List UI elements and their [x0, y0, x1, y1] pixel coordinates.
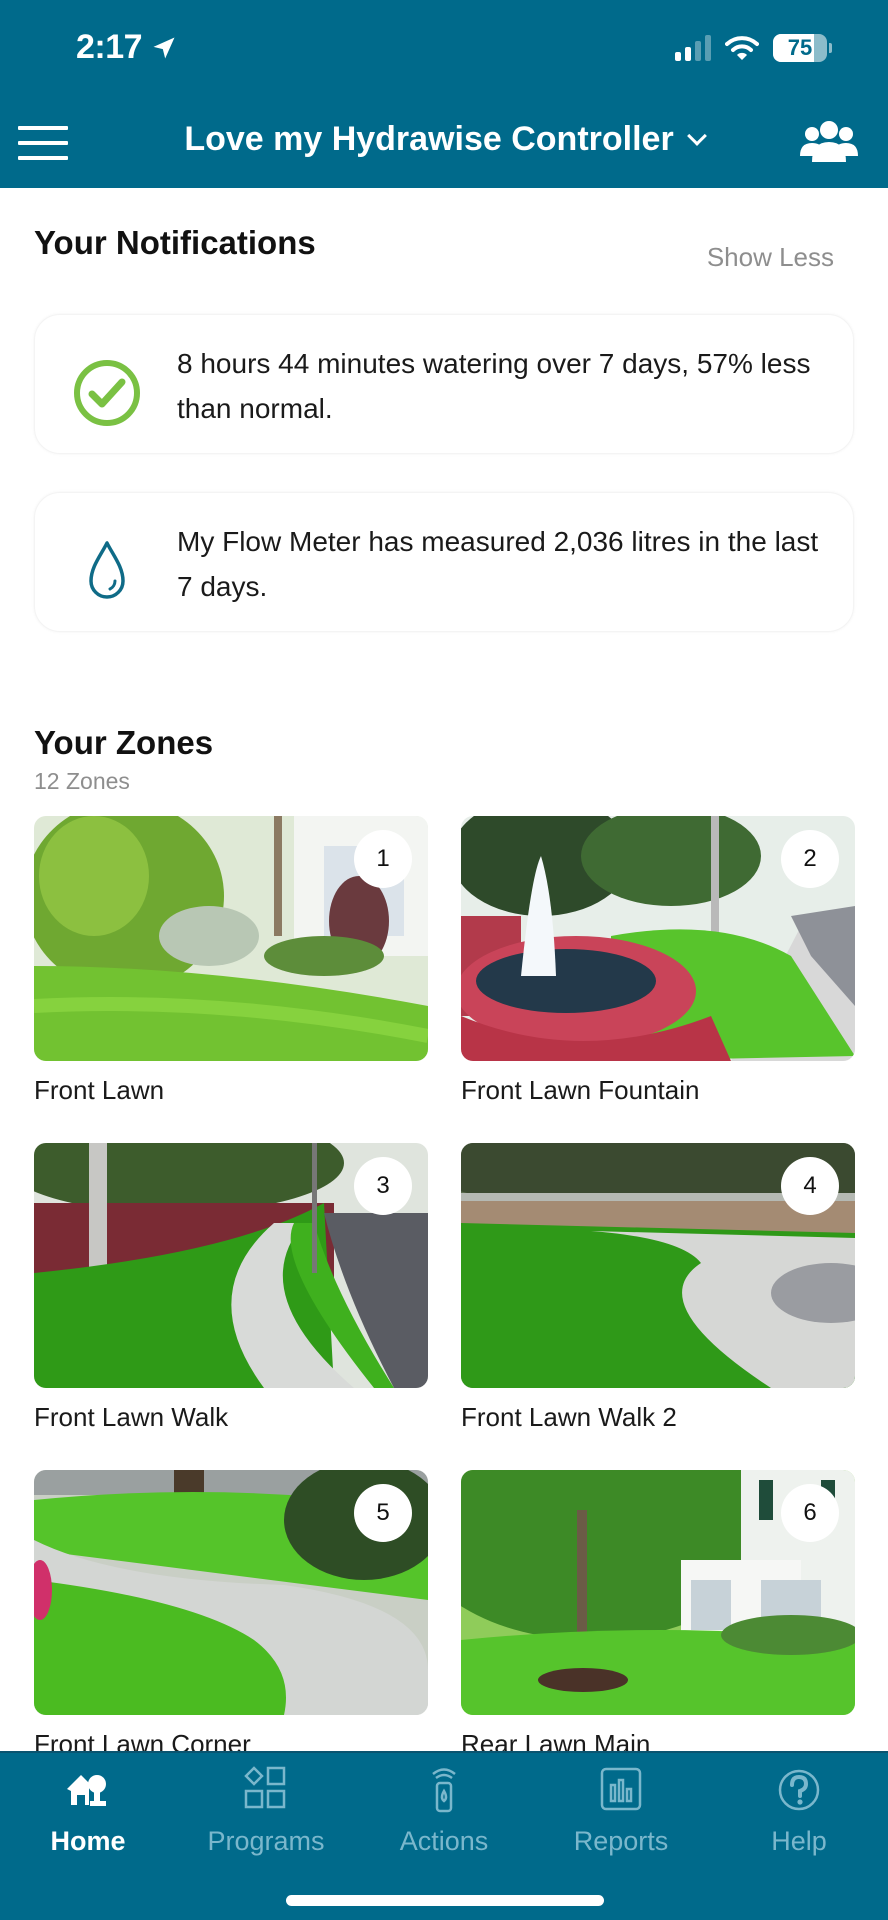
signal-icon: [675, 35, 711, 61]
zone-number-badge: 5: [354, 1484, 412, 1542]
app-header: 2:17 75 Love my Hydrawise Controller: [0, 0, 888, 188]
zone-name: Front Lawn Walk: [34, 1402, 229, 1432]
zone-name: Front Lawn Fountain: [461, 1075, 700, 1105]
tab-label: Programs: [207, 1826, 325, 1856]
wifi-icon: [725, 36, 759, 60]
zone-photo: 6: [461, 1470, 855, 1715]
zone-number-badge: 6: [781, 1484, 839, 1542]
tab-label: Actions: [399, 1826, 489, 1856]
zone-card[interactable]: 4 Front Lawn Walk 2: [461, 1143, 855, 1433]
tab-actions[interactable]: Actions: [359, 1761, 529, 1857]
tab-help[interactable]: Help: [714, 1761, 884, 1857]
notifications-header: Your Notifications Show Less: [0, 188, 888, 298]
status-indicators: 75: [675, 34, 832, 62]
programs-grid-icon: [244, 1766, 286, 1809]
zone-photo: 1: [34, 816, 428, 1061]
tab-label: Reports: [573, 1826, 669, 1856]
tab-programs[interactable]: Programs: [181, 1761, 351, 1857]
tab-label: Home: [50, 1826, 126, 1856]
users-group-icon[interactable]: [798, 120, 860, 164]
zone-photo: 3: [34, 1143, 428, 1388]
home-tree-icon: [67, 1775, 106, 1806]
remote-control-icon: [432, 1768, 456, 1813]
zone-number-badge: 3: [354, 1157, 412, 1215]
zone-card[interactable]: 6 Rear Lawn Main: [461, 1470, 855, 1760]
battery-tip: [829, 43, 832, 53]
water-drop-icon: [89, 541, 125, 599]
zone-card[interactable]: 2 Front Lawn Fountain: [461, 816, 855, 1106]
tab-reports[interactable]: Reports: [536, 1761, 706, 1857]
zone-name: Front Lawn Walk 2: [461, 1402, 677, 1432]
zones-title: Your Zones: [34, 724, 214, 761]
zone-photo: 5: [34, 1470, 428, 1715]
bar-chart-icon: [600, 1767, 642, 1811]
zone-number-badge: 1: [354, 830, 412, 888]
zone-photo: 2: [461, 816, 855, 1061]
notification-text: My Flow Meter has measured 2,036 litres …: [177, 526, 819, 602]
notification-card[interactable]: 8 hours 44 minutes watering over 7 days,…: [34, 314, 854, 454]
clock: 2:17: [76, 28, 143, 66]
zone-name: Front Lawn: [34, 1075, 165, 1105]
tab-label: Help: [771, 1826, 827, 1856]
battery-icon: 75: [773, 34, 827, 62]
chevron-down-icon: [686, 125, 707, 146]
zone-number-badge: 4: [781, 1157, 839, 1215]
controller-title: Love my Hydrawise Controller: [184, 120, 674, 158]
notification-text: 8 hours 44 minutes watering over 7 days,…: [177, 348, 811, 424]
notification-card[interactable]: My Flow Meter has measured 2,036 litres …: [34, 492, 854, 632]
zone-card[interactable]: 1 Front Lawn: [34, 816, 428, 1106]
controller-selector[interactable]: Love my Hydrawise Controller: [0, 120, 888, 159]
status-time: 2:17: [76, 28, 178, 67]
zone-number-badge: 2: [781, 830, 839, 888]
zone-photo: 4: [461, 1143, 855, 1388]
battery-percent: 75: [787, 35, 813, 60]
zone-card[interactable]: 3 Front Lawn Walk: [34, 1143, 428, 1433]
home-content: Your Notifications Show Less 8 hours 44 …: [0, 188, 888, 1759]
help-circle-icon: [778, 1769, 820, 1811]
check-circle-icon: [74, 360, 140, 426]
home-indicator[interactable]: [286, 1895, 604, 1906]
show-less-button[interactable]: Show Less: [707, 242, 834, 273]
notifications-title: Your Notifications: [34, 224, 316, 261]
location-arrow-icon: [153, 37, 175, 58]
zones-count: 12 Zones: [34, 768, 130, 794]
tab-home[interactable]: Home: [3, 1761, 173, 1857]
zone-card[interactable]: 5 Front Lawn Corner: [34, 1470, 428, 1760]
